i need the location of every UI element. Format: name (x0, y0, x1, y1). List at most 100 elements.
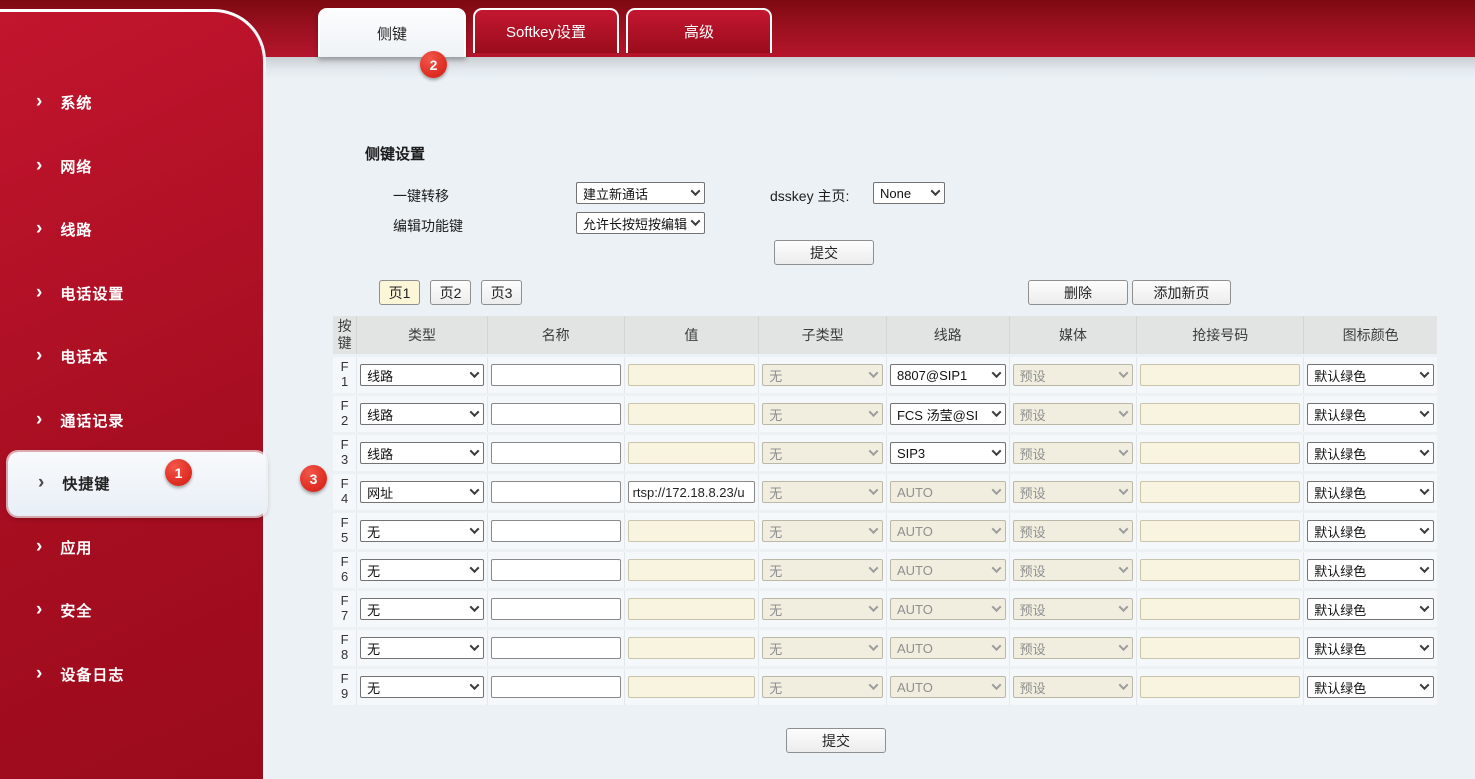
page-1-button[interactable]: 页1 (379, 280, 420, 305)
name-input[interactable] (491, 364, 621, 386)
type-select[interactable]: 无 (360, 598, 484, 620)
pickup-number-input (1140, 559, 1300, 581)
sidebar-item-apps[interactable]: › 应用 (0, 516, 263, 580)
column-header-key: 按键 (333, 316, 357, 354)
sidebar-item-phone-settings[interactable]: › 电话设置 (0, 262, 263, 326)
chevron-down-icon (1119, 641, 1129, 651)
value-input (628, 559, 756, 581)
media-select: 预设 (1013, 559, 1134, 581)
chevron-down-icon (991, 602, 1001, 612)
icon-color-select[interactable]: 默认绿色 (1307, 559, 1434, 581)
icon-color-select[interactable]: 默认绿色 (1307, 598, 1434, 620)
type-select[interactable]: 网址 (360, 481, 484, 503)
icon-color-select[interactable]: 默认绿色 (1307, 442, 1434, 464)
value-input (628, 403, 756, 425)
name-input[interactable] (491, 676, 621, 698)
icon-color-select[interactable]: 默认绿色 (1307, 364, 1434, 386)
chevron-down-icon (1420, 602, 1430, 612)
delete-button[interactable]: 删除 (1028, 280, 1128, 305)
chevron-down-icon (991, 524, 1001, 534)
subtype-select: 无 (762, 676, 883, 698)
sidebar-item-system[interactable]: › 系统 (0, 71, 263, 135)
table-row-f1: F1 线路 无 8807@SIP1 预设 默认绿色 (333, 357, 1437, 393)
value-input (628, 676, 756, 698)
chevron-down-icon (869, 485, 879, 495)
sidebar-item-label: 通话记录 (60, 410, 124, 431)
key-label: F3 (338, 438, 351, 468)
line-select[interactable]: SIP3 (890, 442, 1006, 464)
type-select[interactable]: 无 (360, 520, 484, 542)
icon-color-select[interactable]: 默认绿色 (1307, 481, 1434, 503)
line-select: AUTO (890, 559, 1006, 581)
chevron-down-icon (1420, 485, 1430, 495)
media-select: 预设 (1013, 520, 1134, 542)
page-2-button[interactable]: 页2 (430, 280, 471, 305)
sidebar-item-network[interactable]: › 网络 (0, 135, 263, 199)
sidebar-item-line[interactable]: › 线路 (0, 198, 263, 262)
page-3-button[interactable]: 页3 (481, 280, 522, 305)
type-select[interactable]: 线路 (360, 364, 484, 386)
table-row-f5: F5 无 无 AUTO 预设 默认绿色 (333, 513, 1437, 549)
subtype-select: 无 (762, 598, 883, 620)
name-input[interactable] (491, 637, 621, 659)
step-badge-1: 1 (165, 459, 192, 486)
media-select: 预设 (1013, 637, 1134, 659)
table-header-row: 按键 类型 名称 值 子类型 线路 媒体 抢接号码 图标颜色 (333, 316, 1437, 354)
chevron-right-icon: › (36, 283, 43, 302)
type-select[interactable]: 线路 (360, 442, 484, 464)
sidebar-item-label: 系统 (60, 92, 92, 113)
chevron-down-icon (469, 641, 479, 651)
sidebar-menu: › 系统 › 网络 › 线路 › 电话设置 › 电话本 › 通话记录 › 快捷键… (0, 71, 263, 706)
type-select[interactable]: 无 (360, 637, 484, 659)
tab-advanced[interactable]: 高级 (626, 8, 772, 53)
submit-button-bottom[interactable]: 提交 (786, 728, 886, 753)
chevron-down-icon (1119, 368, 1129, 378)
add-page-button[interactable]: 添加新页 (1132, 280, 1231, 305)
sidebar-item-function-key[interactable]: › 快捷键 (8, 452, 266, 516)
name-input[interactable] (491, 481, 621, 503)
sidebar-item-phonebook[interactable]: › 电话本 (0, 325, 263, 389)
tab-bar: 侧键 Softkey设置 高级 (318, 8, 772, 57)
submit-button-top[interactable]: 提交 (774, 240, 874, 265)
icon-color-select[interactable]: 默认绿色 (1307, 520, 1434, 542)
icon-color-select[interactable]: 默认绿色 (1307, 676, 1434, 698)
type-select[interactable]: 线路 (360, 403, 484, 425)
edit-function-key-select[interactable]: 允许长按短按编辑 (576, 212, 705, 234)
value-input (628, 598, 756, 620)
line-select: AUTO (890, 637, 1006, 659)
line-select: AUTO (890, 598, 1006, 620)
name-input[interactable] (491, 559, 621, 581)
name-input[interactable] (491, 520, 621, 542)
column-header-media: 媒体 (1010, 316, 1138, 354)
sidebar-item-security[interactable]: › 安全 (0, 579, 263, 643)
type-select[interactable]: 无 (360, 559, 484, 581)
chevron-down-icon (1420, 524, 1430, 534)
key-label: F2 (338, 399, 351, 429)
tab-softkey-settings[interactable]: Softkey设置 (473, 8, 619, 53)
sidebar-item-device-log[interactable]: › 设备日志 (0, 643, 263, 707)
chevron-down-icon (991, 641, 1001, 651)
one-key-transfer-label: 一键转移 (393, 186, 449, 206)
sidebar-item-call-logs[interactable]: › 通话记录 (0, 389, 263, 453)
line-select[interactable]: FCS 汤莹@SI (890, 403, 1006, 425)
line-select[interactable]: 8807@SIP1 (890, 364, 1006, 386)
icon-color-select[interactable]: 默认绿色 (1307, 637, 1434, 659)
pickup-number-input (1140, 403, 1300, 425)
name-input[interactable] (491, 403, 621, 425)
step-badge-2: 2 (420, 51, 447, 78)
name-input[interactable] (491, 598, 621, 620)
one-key-transfer-select[interactable]: 建立新通话 (576, 182, 705, 204)
media-select: 预设 (1013, 364, 1134, 386)
pickup-number-input (1140, 676, 1300, 698)
value-input (628, 364, 756, 386)
value-input[interactable] (628, 481, 756, 503)
icon-color-select[interactable]: 默认绿色 (1307, 403, 1434, 425)
sidebar-item-label: 电话设置 (60, 283, 124, 304)
key-label: F8 (338, 633, 351, 663)
column-header-icon-color: 图标颜色 (1304, 316, 1437, 354)
dsskey-home-select[interactable]: None (873, 182, 945, 204)
chevron-down-icon (469, 446, 479, 456)
name-input[interactable] (491, 442, 621, 464)
tab-side-key[interactable]: 侧键 (318, 8, 466, 57)
type-select[interactable]: 无 (360, 676, 484, 698)
